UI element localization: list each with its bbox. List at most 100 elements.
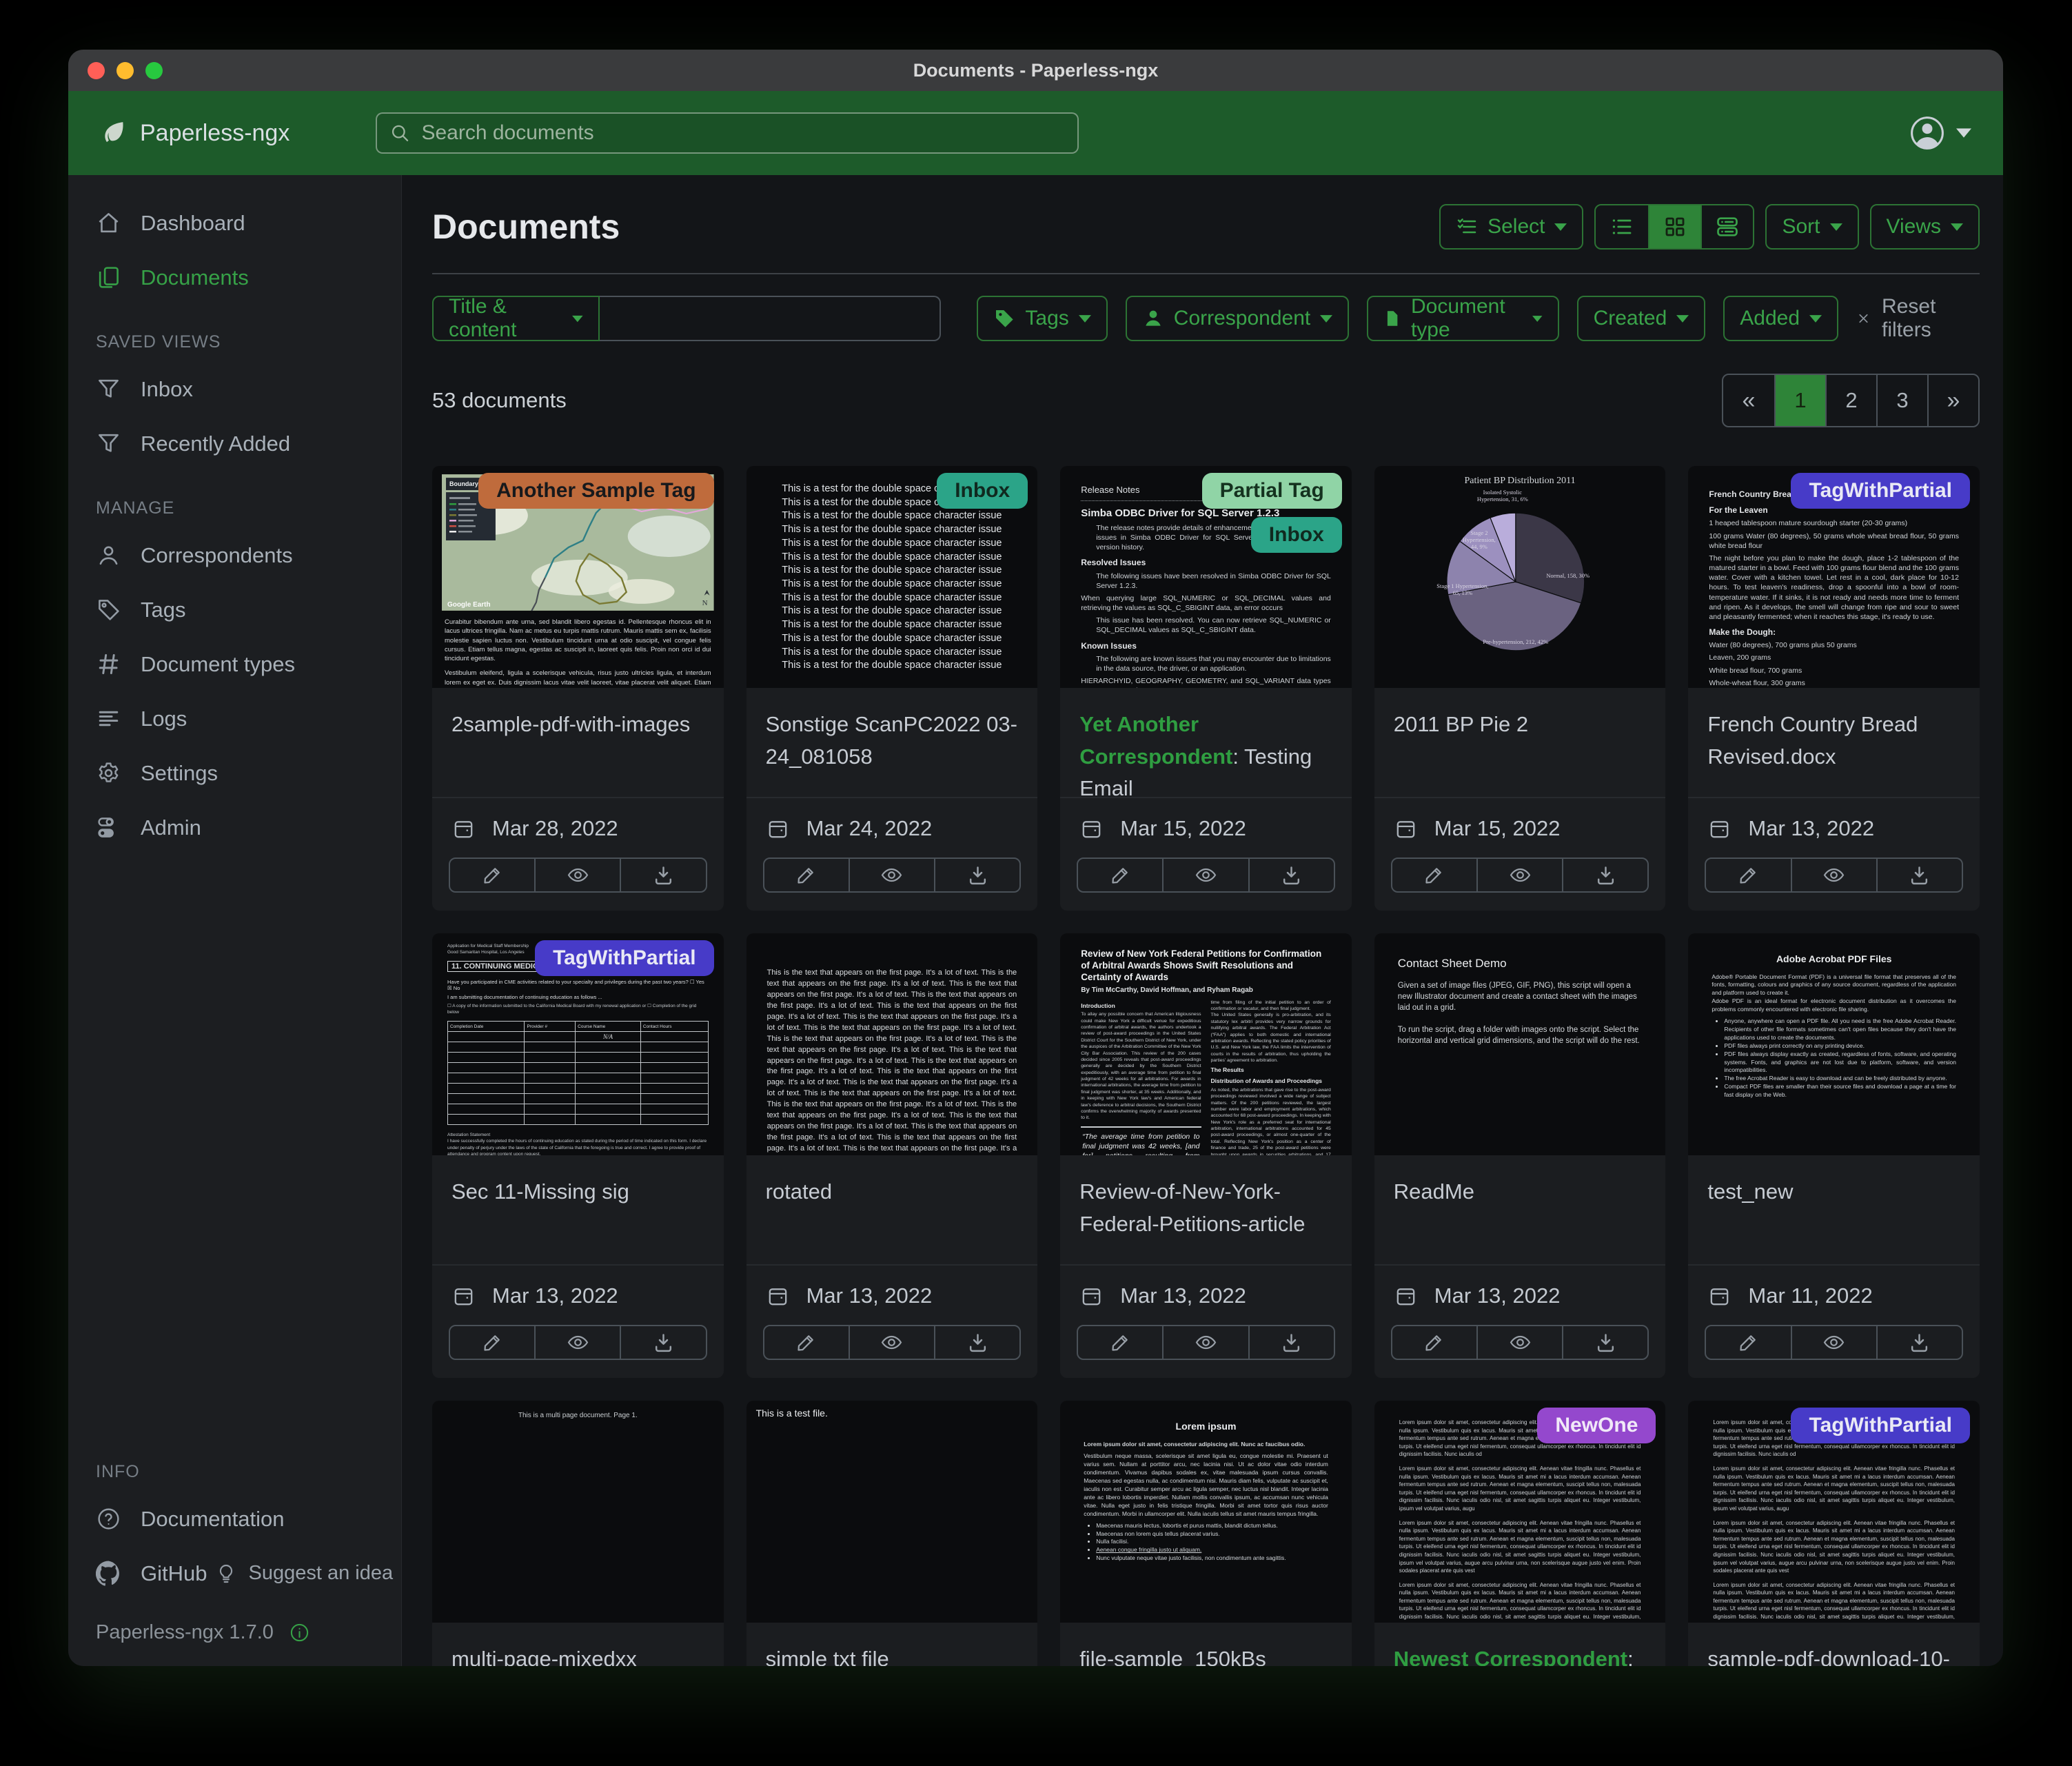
document-card[interactable]: This is the text that appears on the fir… <box>746 933 1038 1378</box>
document-thumbnail[interactable]: Contact Sheet DemoGiven a set of image f… <box>1374 933 1666 1155</box>
document-card[interactable]: This is a multi page document. Page 1.mu… <box>432 1401 724 1666</box>
download-button[interactable] <box>934 1326 1019 1359</box>
document-card[interactable]: Lorem ipsum dolor sit amet, consectetur … <box>1688 1401 1980 1666</box>
document-thumbnail[interactable]: This is a multi page document. Page 1. <box>432 1401 724 1623</box>
tag-badge[interactable]: NewOne <box>1537 1408 1656 1443</box>
document-title[interactable]: ReadMe <box>1374 1155 1666 1266</box>
document-title[interactable]: file-sample_150kBs <box>1060 1623 1352 1666</box>
view-button[interactable] <box>534 1326 620 1359</box>
sidebar-item-document-types[interactable]: Document types <box>68 637 401 691</box>
document-card[interactable]: Adobe Acrobat PDF FilesAdobe® Portable D… <box>1688 933 1980 1378</box>
document-title[interactable]: rotated <box>746 1155 1038 1266</box>
document-correspondent[interactable]: Newest Correspondent <box>1394 1647 1627 1666</box>
view-button[interactable] <box>1476 1326 1562 1359</box>
sidebar-item-recently-added[interactable]: Recently Added <box>68 416 401 471</box>
download-button[interactable] <box>1876 859 1962 891</box>
edit-button[interactable] <box>1706 859 1790 891</box>
sidebar-item-tags[interactable]: Tags <box>68 582 401 637</box>
download-button[interactable] <box>1248 859 1334 891</box>
download-button[interactable] <box>1876 1326 1962 1359</box>
edit-button[interactable] <box>1392 1326 1476 1359</box>
views-button[interactable]: Views <box>1870 204 1980 250</box>
sidebar-item-settings[interactable]: Settings <box>68 746 401 800</box>
view-button[interactable] <box>1476 859 1562 891</box>
reset-filters-button[interactable]: Reset filters <box>1856 295 1970 342</box>
document-card[interactable]: Application for Medical Staff Membership… <box>432 933 724 1378</box>
download-button[interactable] <box>1562 859 1647 891</box>
document-card[interactable]: French Country BreadFor the Leaven1 heap… <box>1688 466 1980 911</box>
sidebar-item-documentation[interactable]: Documentation <box>68 1492 401 1546</box>
document-title[interactable]: Sonstige ScanPC2022 03-24_081058 <box>746 688 1038 798</box>
view-grid-button[interactable] <box>1648 205 1700 248</box>
tag-badge[interactable]: Partial Tag <box>1202 473 1342 509</box>
tags-filter-button[interactable]: Tags <box>977 296 1107 341</box>
view-list-button[interactable] <box>1596 205 1648 248</box>
view-button[interactable] <box>849 859 934 891</box>
search-bar[interactable] <box>376 112 1079 154</box>
download-button[interactable] <box>1248 1326 1334 1359</box>
document-title[interactable]: Review-of-New-York-Federal-Petitions-art… <box>1060 1155 1352 1266</box>
view-button[interactable] <box>1162 1326 1248 1359</box>
document-card[interactable]: Boundary Waters TripGoogle EarthNCurabit… <box>432 466 724 911</box>
document-title[interactable]: Sec 11-Missing sig <box>432 1155 724 1266</box>
document-title[interactable]: simple txt file <box>746 1623 1038 1666</box>
download-button[interactable] <box>934 859 1019 891</box>
sidebar-item-correspondents[interactable]: Correspondents <box>68 528 401 582</box>
document-card[interactable]: Contact Sheet DemoGiven a set of image f… <box>1374 933 1666 1378</box>
edit-button[interactable] <box>764 859 849 891</box>
edit-button[interactable] <box>1706 1326 1790 1359</box>
document-title[interactable]: Newest Correspondent: f_combineds <box>1374 1623 1666 1666</box>
correspondent-filter-button[interactable]: Correspondent <box>1126 296 1349 341</box>
info-circle-icon[interactable] <box>289 1622 310 1643</box>
sidebar-item-admin[interactable]: Admin <box>68 800 401 855</box>
document-title[interactable]: 2011 BP Pie 2 <box>1374 688 1666 798</box>
document-correspondent[interactable]: Yet Another Correspondent <box>1079 712 1232 769</box>
sidebar-item-github[interactable]: GitHub <box>68 1546 215 1601</box>
tag-badge[interactable]: Inbox <box>1251 517 1342 553</box>
tag-badge[interactable]: TagWithPartial <box>535 940 714 976</box>
sidebar-item-suggest-idea[interactable]: Suggest an idea <box>215 1562 393 1585</box>
edit-button[interactable] <box>1078 1326 1162 1359</box>
document-card[interactable]: Patient BP Distribution 2011Normal, 158,… <box>1374 466 1666 911</box>
document-title[interactable]: multi-page-mixedxx <box>432 1623 724 1666</box>
download-button[interactable] <box>1562 1326 1647 1359</box>
view-button[interactable] <box>849 1326 934 1359</box>
document-thumbnail[interactable]: Adobe Acrobat PDF FilesAdobe® Portable D… <box>1688 933 1980 1155</box>
document-card[interactable]: This is a test for the double space char… <box>746 466 1038 911</box>
edit-button[interactable] <box>450 1326 534 1359</box>
brand[interactable]: Paperless-ngx <box>100 119 376 147</box>
view-button[interactable] <box>1791 1326 1876 1359</box>
document-thumbnail[interactable]: This is a test file. <box>746 1401 1038 1623</box>
view-button[interactable] <box>1162 859 1248 891</box>
view-button[interactable] <box>534 859 620 891</box>
window-zoom-button[interactable] <box>145 62 163 79</box>
document-card[interactable]: Lorem ipsumLorem ipsum dolor sit amet, c… <box>1060 1401 1352 1666</box>
filter-text-input[interactable] <box>600 296 941 341</box>
sort-button[interactable]: Sort <box>1765 204 1858 250</box>
pagination-page-1[interactable]: 1 <box>1774 375 1825 426</box>
sidebar-item-logs[interactable]: Logs <box>68 691 401 746</box>
edit-button[interactable] <box>1078 859 1162 891</box>
view-button[interactable] <box>1791 859 1876 891</box>
tag-badge[interactable]: Inbox <box>937 473 1028 509</box>
created-filter-button[interactable]: Created <box>1577 296 1706 341</box>
edit-button[interactable] <box>764 1326 849 1359</box>
sidebar-item-dashboard[interactable]: Dashboard <box>68 196 401 250</box>
pagination-page-3[interactable]: 3 <box>1876 375 1927 426</box>
document-thumbnail[interactable]: This is the text that appears on the fir… <box>746 933 1038 1155</box>
document-title[interactable]: Yet Another Correspondent: Testing Email <box>1060 688 1352 798</box>
sidebar-item-inbox[interactable]: Inbox <box>68 362 401 416</box>
document-thumbnail[interactable]: Lorem ipsumLorem ipsum dolor sit amet, c… <box>1060 1401 1352 1623</box>
sidebar-item-documents[interactable]: Documents <box>68 250 401 305</box>
document-thumbnail[interactable]: Review of New York Federal Petitions for… <box>1060 933 1352 1155</box>
document-card[interactable]: Release NotesSimba ODBC Driver for SQL S… <box>1060 466 1352 911</box>
tag-badge[interactable]: TagWithPartial <box>1791 1408 1970 1443</box>
pagination-page-2[interactable]: 2 <box>1825 375 1876 426</box>
pagination-next[interactable]: » <box>1927 375 1978 426</box>
tag-badge[interactable]: TagWithPartial <box>1791 473 1970 509</box>
view-cards-button[interactable] <box>1700 205 1753 248</box>
document-type-filter-button[interactable]: Document type <box>1367 296 1558 341</box>
edit-button[interactable] <box>1392 859 1476 891</box>
user-menu[interactable] <box>1908 114 1971 152</box>
download-button[interactable] <box>620 859 705 891</box>
